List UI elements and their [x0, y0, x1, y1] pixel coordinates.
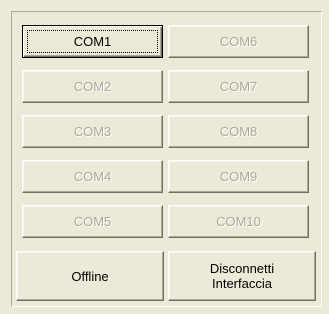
com3-button[interactable]: COM3: [22, 115, 163, 148]
disconnect-label-line2: Interfaccia: [212, 276, 272, 291]
com10-button[interactable]: COM10: [168, 205, 309, 238]
com5-button[interactable]: COM5: [22, 205, 163, 238]
com2-button[interactable]: COM2: [22, 70, 163, 103]
com7-label: COM7: [219, 79, 258, 94]
com2-label: COM2: [73, 79, 112, 94]
com10-label: COM10: [216, 214, 261, 229]
disconnect-interface-button[interactable]: Disconnetti Interfaccia: [168, 251, 316, 301]
com1-label: COM1: [73, 34, 112, 49]
com9-button[interactable]: COM9: [168, 160, 309, 193]
com7-button[interactable]: COM7: [168, 70, 309, 103]
offline-button[interactable]: Offline: [16, 251, 164, 301]
com5-label: COM5: [73, 214, 112, 229]
com6-label: COM6: [219, 34, 258, 49]
com6-button[interactable]: COM6: [168, 25, 309, 58]
com9-label: COM9: [219, 169, 258, 184]
com4-label: COM4: [73, 169, 112, 184]
com3-label: COM3: [73, 124, 112, 139]
com8-label: COM8: [219, 124, 258, 139]
com4-button[interactable]: COM4: [22, 160, 163, 193]
disconnect-label-line1: Disconnetti: [209, 261, 275, 276]
com8-button[interactable]: COM8: [168, 115, 309, 148]
offline-label: Offline: [71, 268, 109, 284]
com1-button[interactable]: COM1: [22, 25, 163, 58]
